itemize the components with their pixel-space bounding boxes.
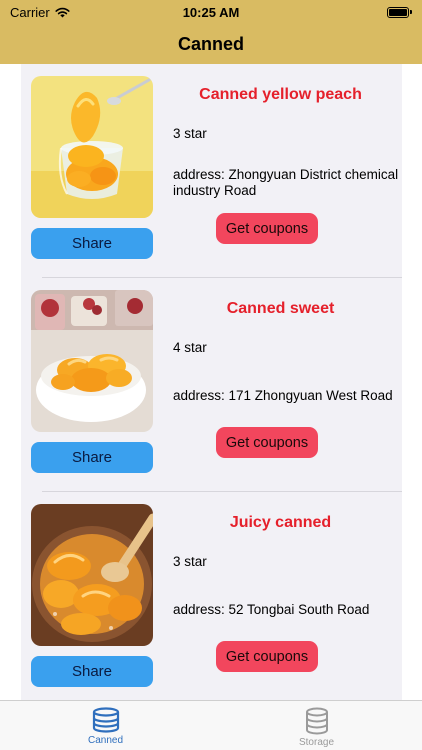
tab-label: Storage bbox=[298, 737, 335, 748]
share-button[interactable]: Share bbox=[31, 228, 153, 259]
item-title: Juicy canned bbox=[229, 514, 332, 531]
list-item: Share Canned sweet 4 star address: 171 Z… bbox=[21, 278, 402, 492]
item-title: Canned yellow peach bbox=[199, 86, 362, 103]
item-title: Canned sweet bbox=[226, 300, 335, 317]
list-item: Share Canned yellow peach 3 star address… bbox=[21, 64, 402, 278]
database-icon bbox=[92, 707, 119, 733]
get-coupons-button[interactable]: Get coupons bbox=[216, 641, 318, 672]
juicy-peach-image bbox=[31, 504, 153, 646]
item-list[interactable]: Share Canned yellow peach 3 star address… bbox=[21, 64, 402, 700]
battery-icon bbox=[387, 6, 412, 18]
carrier-group: Carrier bbox=[10, 5, 70, 20]
page-title: Canned bbox=[177, 33, 244, 54]
item-rating: 4 star bbox=[173, 340, 207, 355]
share-button[interactable]: Share bbox=[31, 442, 153, 473]
peach-bowl-image bbox=[31, 290, 153, 432]
tab-storage[interactable]: Storage bbox=[211, 701, 422, 750]
tab-canned[interactable]: Canned bbox=[0, 701, 211, 750]
tab-bar: Canned Storage bbox=[0, 700, 422, 750]
navigation-bar: Canned bbox=[0, 24, 422, 64]
item-rating: 3 star bbox=[173, 554, 207, 569]
get-coupons-button[interactable]: Get coupons bbox=[216, 213, 318, 244]
item-address: address: Zhongyuan District chemical ind… bbox=[173, 167, 399, 198]
carrier-label: Carrier bbox=[10, 4, 50, 20]
get-coupons-button[interactable]: Get coupons bbox=[216, 427, 318, 458]
tab-label: Canned bbox=[87, 735, 124, 746]
list-item: Share Juicy canned 3 star address: 52 To… bbox=[21, 492, 402, 700]
database-icon bbox=[305, 707, 328, 735]
yellow-peach-image bbox=[31, 76, 153, 218]
item-rating: 3 star bbox=[173, 126, 207, 141]
status-bar: Carrier 10:25 AM bbox=[0, 0, 422, 24]
item-address: address: 52 Tongbai South Road bbox=[173, 602, 370, 617]
item-address: address: 171 Zhongyuan West Road bbox=[173, 388, 393, 403]
wifi-icon bbox=[55, 7, 70, 17]
share-button[interactable]: Share bbox=[31, 656, 153, 687]
